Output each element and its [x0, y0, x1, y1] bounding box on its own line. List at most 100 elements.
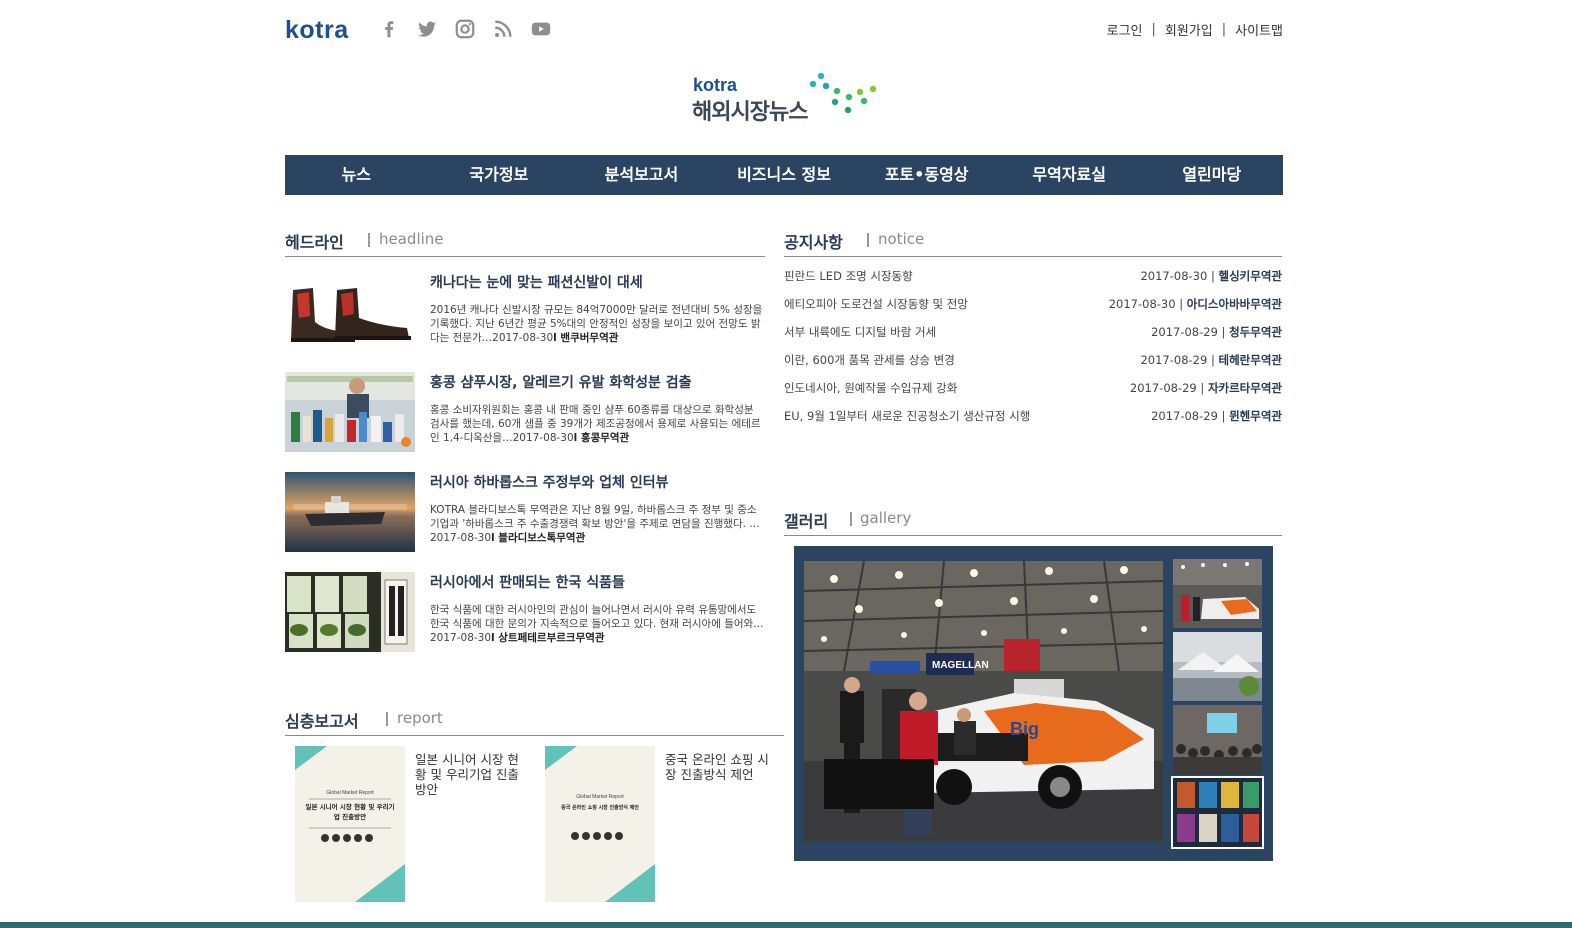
signup-link[interactable]: 회원가입	[1165, 20, 1213, 39]
heading-divider	[368, 233, 370, 247]
headline-title[interactable]: 러시아에서 판매되는 한국 식품들	[430, 572, 625, 592]
login-link[interactable]: 로그인	[1107, 20, 1143, 39]
headline-item[interactable]: 러시아 하바롭스크 주정부와 업체 인터뷰 KOTRA 블라디보스톡 무역관은 …	[285, 472, 765, 552]
gallery-thumb-selected[interactable]	[1171, 776, 1264, 849]
gallery-panel: MAGELLAN Big	[794, 546, 1273, 861]
top-bar: kotra 로그인 | 회원가입 | 사이트맵	[285, 14, 1283, 46]
notice-item[interactable]: EU, 9월 1일부터 새로운 진공청소기 생산규정 시행 2017-08-29 …	[784, 408, 1282, 436]
notice-title[interactable]: 서부 내륙에도 디지털 바람 거세	[784, 324, 936, 340]
shampoo-thumbnail[interactable]	[285, 372, 415, 452]
headline-office: l 밴쿠버무역관	[553, 332, 619, 344]
gallery-main-photo[interactable]: MAGELLAN Big	[804, 561, 1163, 841]
notice-office: 아디스아바바무역관	[1186, 297, 1282, 311]
gallery-thumb[interactable]	[1173, 632, 1262, 701]
notice-item[interactable]: 핀란드 LED 조명 시장동향 2017-08-30 | 헬싱키무역관	[784, 268, 1282, 296]
booth-sign-text: MAGELLAN	[932, 660, 989, 671]
social-links	[377, 17, 553, 41]
notice-list: 핀란드 LED 조명 시장동향 2017-08-30 | 헬싱키무역관 에티오피아…	[784, 268, 1282, 436]
notice-date: 2017-08-30 |	[1108, 297, 1187, 311]
notice-title[interactable]: 에티오피아 도로건설 시장동향 및 전망	[784, 296, 968, 312]
headline-office: l 블라디보스톡무역관	[491, 532, 586, 544]
headline-desc-text: KOTRA 블라디보스톡 무역관은 지난 8월 9일, 하바롭스크 주 정부 및…	[430, 504, 760, 544]
separator: |	[1221, 22, 1227, 37]
heading-divider	[850, 512, 852, 526]
nav-item-analysis-reports[interactable]: 분석보고서	[570, 155, 713, 195]
nav-item-country-info[interactable]: 국가정보	[428, 155, 571, 195]
report-cover[interactable]: Global Market Report 일본 시니어 시장 현황 및 우리기업…	[295, 746, 405, 902]
headline-title[interactable]: 캐나다는 눈에 맞는 패션신발이 대세	[430, 272, 643, 292]
notice-heading: 공지사항	[784, 233, 843, 252]
gallery-subheading: gallery	[860, 509, 912, 527]
notice-meta: 2017-08-30 | 아디스아바바무역관	[1109, 296, 1282, 312]
gallery-heading: 갤러리	[784, 512, 829, 531]
notice-title[interactable]: 인도네시아, 원예작물 수입규제 강화	[784, 380, 957, 396]
headline-office: l 상트페테르부르크무역관	[491, 632, 605, 644]
report-cover[interactable]: Global Market Report 중국 온라인 쇼핑 시장 진출방식 제…	[545, 746, 655, 902]
notice-section-header: 공지사항 notice	[784, 229, 1282, 257]
cover-series-text: Global Market Report	[326, 790, 374, 796]
notice-office: 청두무역관	[1229, 325, 1282, 339]
nav-item-news[interactable]: 뉴스	[285, 155, 428, 195]
facebook-icon[interactable]	[377, 17, 401, 41]
twitter-icon[interactable]	[415, 17, 439, 41]
headline-desc: 홍콩 소비자위원회는 홍콩 내 판매 중인 샴푸 60종류를 대상으로 화학성분…	[430, 403, 765, 445]
headline-item[interactable]: 홍콩 샴푸시장, 알레르기 유발 화학성분 검출 홍콩 소비자위원회는 홍콩 내…	[285, 372, 765, 452]
notice-meta: 2017-08-29 | 테헤란무역관	[1140, 352, 1282, 368]
headline-title[interactable]: 러시아 하바롭스크 주정부와 업체 인터뷰	[430, 472, 668, 492]
headline-section-header: 헤드라인 headline	[285, 229, 765, 257]
gallery-thumb-list	[1171, 559, 1264, 851]
site-logo[interactable]: kotra 해외시장뉴스	[692, 72, 882, 126]
main-nav: 뉴스 국가정보 분석보고서 비즈니스 정보 포토•동영상 무역자료실 열린마당	[285, 155, 1283, 195]
heading-divider	[386, 712, 388, 726]
headline-desc: KOTRA 블라디보스톡 무역관은 지난 8월 9일, 하바롭스크 주 정부 및…	[430, 503, 765, 545]
report-title[interactable]: 일본 시니어 시장 현황 및 우리기업 진출방안	[415, 752, 525, 797]
logo-title-text: 해외시장뉴스	[692, 100, 808, 125]
report-subheading: report	[397, 709, 443, 727]
boots-thumbnail[interactable]	[285, 272, 415, 352]
nav-item-business-info[interactable]: 비즈니스 정보	[713, 155, 856, 195]
youtube-icon[interactable]	[529, 17, 553, 41]
rss-icon[interactable]	[491, 17, 515, 41]
gallery-thumb[interactable]	[1173, 559, 1262, 628]
headline-item[interactable]: 러시아에서 판매되는 한국 식품들 한국 식품에 대한 러시아인의 관심이 늘어…	[285, 572, 765, 652]
notice-date: 2017-08-29 |	[1129, 381, 1208, 395]
headline-title[interactable]: 홍콩 샴푸시장, 알레르기 유발 화학성분 검출	[430, 372, 692, 392]
nav-item-trade-library[interactable]: 무역자료실	[998, 155, 1141, 195]
footer-border	[0, 922, 1572, 928]
heading-divider	[867, 233, 869, 247]
headline-item[interactable]: 캐나다는 눈에 맞는 패션신발이 대세 2016년 캐나다 신발시장 규모는 8…	[285, 272, 765, 352]
report-section-header: 심층보고서 report	[285, 708, 784, 736]
utility-links: 로그인 | 회원가입 | 사이트맵	[1107, 20, 1283, 39]
notice-date: 2017-08-29 |	[1151, 409, 1230, 423]
notice-item[interactable]: 서부 내륙에도 디지털 바람 거세 2017-08-29 | 청두무역관	[784, 324, 1282, 352]
report-heading: 심층보고서	[285, 712, 359, 731]
notice-title[interactable]: EU, 9월 1일부터 새로운 진공청소기 생산규정 시행	[784, 408, 1030, 424]
notice-title[interactable]: 핀란드 LED 조명 시장동향	[784, 268, 913, 284]
report-item[interactable]: Global Market Report 중국 온라인 쇼핑 시장 진출방식 제…	[545, 746, 775, 902]
notice-date: 2017-08-29 |	[1140, 353, 1219, 367]
cover-title-text: 중국 온라인 쇼핑 시장 진출방식 제언	[561, 805, 639, 811]
nav-item-open-forum[interactable]: 열린마당	[1140, 155, 1283, 195]
notice-item[interactable]: 인도네시아, 원예작물 수입규제 강화 2017-08-29 | 자카르타무역관	[784, 380, 1282, 408]
report-title[interactable]: 중국 온라인 쇼핑 시장 진출방식 제언	[665, 752, 775, 782]
headline-desc: 2016년 캐나다 신발시장 규모는 84억7000만 달러로 전년대비 5% …	[430, 303, 765, 345]
report-item[interactable]: Global Market Report 일본 시니어 시장 현황 및 우리기업…	[295, 746, 525, 902]
notice-date: 2017-08-30 |	[1140, 269, 1219, 283]
gallery-thumb[interactable]	[1173, 705, 1262, 774]
separator: |	[1151, 22, 1156, 37]
notice-office: 자카르타무역관	[1207, 381, 1282, 395]
korean-food-thumbnail[interactable]	[285, 572, 415, 652]
notice-office: 헬싱키무역관	[1218, 269, 1282, 283]
ship-thumbnail[interactable]	[285, 472, 415, 552]
sitemap-link[interactable]: 사이트맵	[1235, 20, 1283, 39]
notice-item[interactable]: 에티오피아 도로건설 시장동향 및 전망 2017-08-30 | 아디스아바바무…	[784, 296, 1282, 324]
headline-office: l 홍콩무역관	[573, 432, 630, 444]
instagram-icon[interactable]	[453, 17, 477, 41]
cover-series-text: Global Market Report	[576, 794, 624, 800]
notice-title[interactable]: 이란, 600개 품목 관세를 상승 변경	[784, 352, 955, 368]
notice-item[interactable]: 이란, 600개 품목 관세를 상승 변경 2017-08-29 | 테헤란무역관	[784, 352, 1282, 380]
kotra-brand-logo[interactable]: kotra	[285, 16, 349, 45]
notice-meta: 2017-08-29 | 청두무역관	[1151, 324, 1282, 340]
nav-item-photo-video[interactable]: 포토•동영상	[855, 155, 998, 195]
logo-dots-icon	[809, 72, 877, 114]
